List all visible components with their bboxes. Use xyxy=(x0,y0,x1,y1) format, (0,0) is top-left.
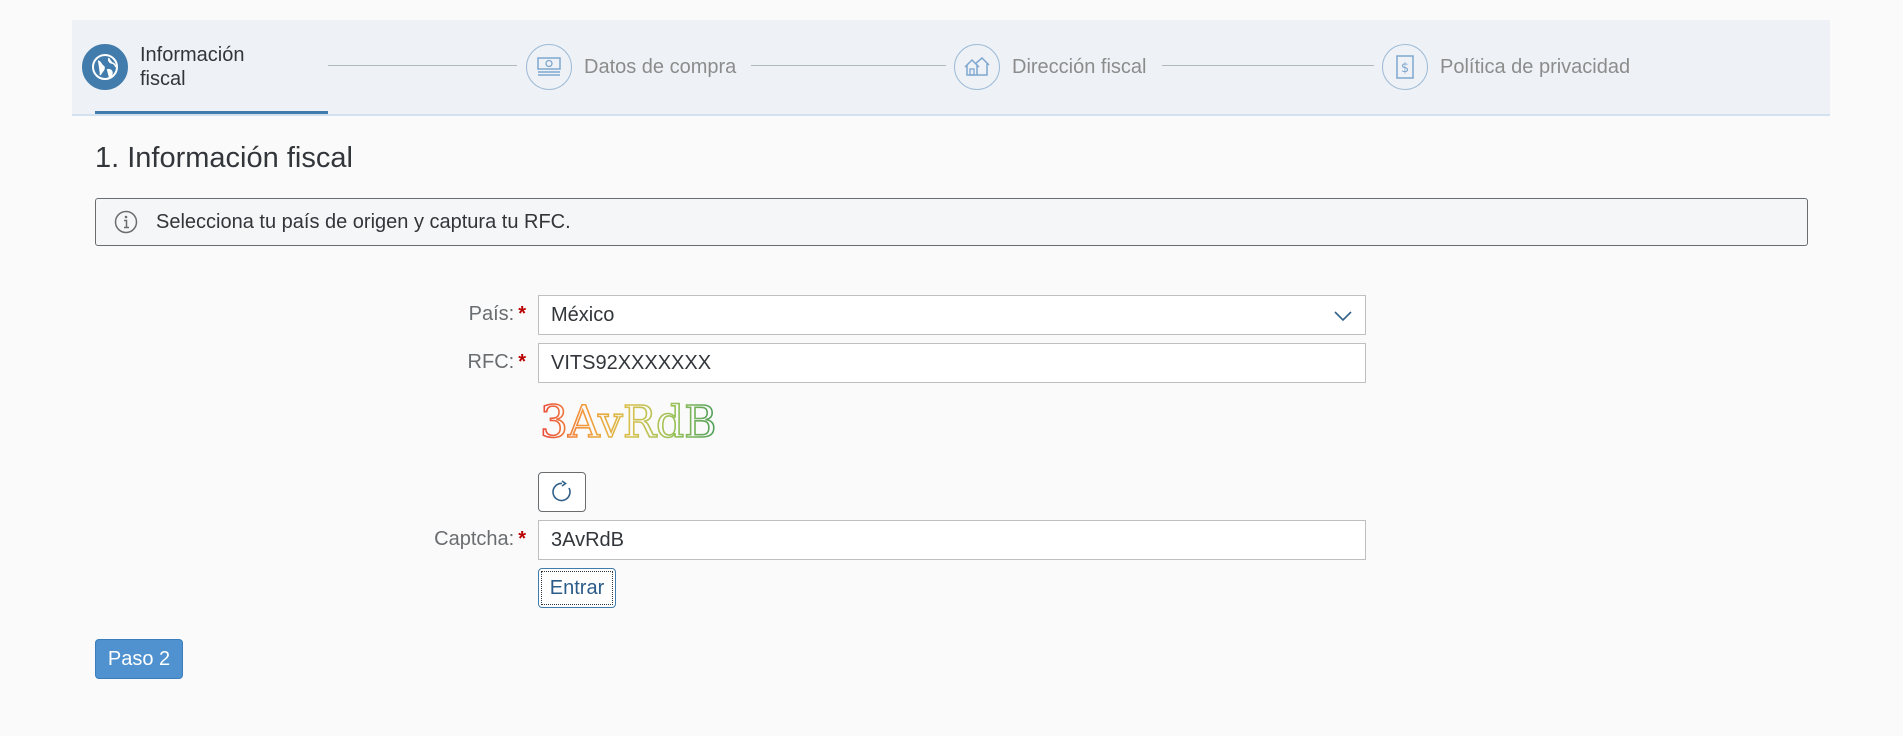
document-dollar-icon: $ xyxy=(1382,44,1428,90)
captcha-image-text: 3AvRdB xyxy=(540,397,716,448)
step-connector xyxy=(751,65,946,66)
wizard-step-label: Datos de compra xyxy=(584,55,737,78)
required-mark: * xyxy=(518,303,526,325)
captcha-input[interactable] xyxy=(538,520,1366,560)
svg-text:$: $ xyxy=(1401,61,1409,76)
required-mark: * xyxy=(518,351,526,373)
wizard-step-informacion-fiscal[interactable]: Información fiscal xyxy=(82,20,280,114)
wizard-step-label: Dirección fiscal xyxy=(1012,55,1147,78)
rfc-label: RFC: * xyxy=(226,351,526,374)
wizard-step-datos-de-compra[interactable]: Datos de compra xyxy=(526,20,736,114)
active-step-indicator xyxy=(95,111,328,114)
wizard-step-direccion-fiscal[interactable]: Dirección fiscal xyxy=(954,20,1146,114)
country-select[interactable]: México xyxy=(538,295,1366,335)
country-select-value: México xyxy=(551,303,615,326)
step-connector xyxy=(1162,65,1374,66)
money-bill-icon xyxy=(526,44,572,90)
rfc-label-text: RFC: xyxy=(467,351,515,373)
step-connector xyxy=(328,65,517,66)
refresh-captcha-button[interactable] xyxy=(538,472,586,512)
wizard-step-label: Política de privacidad xyxy=(1440,55,1631,78)
refresh-icon xyxy=(552,480,571,502)
info-circle-icon xyxy=(114,210,138,234)
rfc-input[interactable] xyxy=(538,343,1366,383)
captcha-label-text: Captcha: xyxy=(434,528,515,550)
page-title: 1. Información fiscal xyxy=(95,142,353,174)
country-label: País: * xyxy=(226,303,526,326)
chevron-down-icon[interactable] xyxy=(1333,306,1353,326)
globe-icon xyxy=(82,44,128,90)
required-mark: * xyxy=(518,528,526,550)
app-container: Información fiscal Datos de compra Direc… xyxy=(72,20,1830,736)
houses-icon xyxy=(954,44,1000,90)
wizard-step-label: Información fiscal xyxy=(140,44,245,90)
info-message-text: Selecciona tu país de origen y captura t… xyxy=(156,210,571,233)
next-step-button[interactable]: Paso 2 xyxy=(95,639,183,679)
captcha-label: Captcha: * xyxy=(226,528,526,551)
captcha-image: 3AvRdB xyxy=(539,396,717,449)
country-label-text: País: xyxy=(468,303,515,325)
enter-button-label: Entrar xyxy=(541,571,613,605)
wizard-step-politica-de-privacidad[interactable]: $ Política de privacidad xyxy=(1382,20,1630,114)
info-message-strip: Selecciona tu país de origen y captura t… xyxy=(95,198,1808,246)
wizard-progress-bar: Información fiscal Datos de compra Direc… xyxy=(72,20,1830,116)
enter-button[interactable]: Entrar xyxy=(538,568,616,608)
